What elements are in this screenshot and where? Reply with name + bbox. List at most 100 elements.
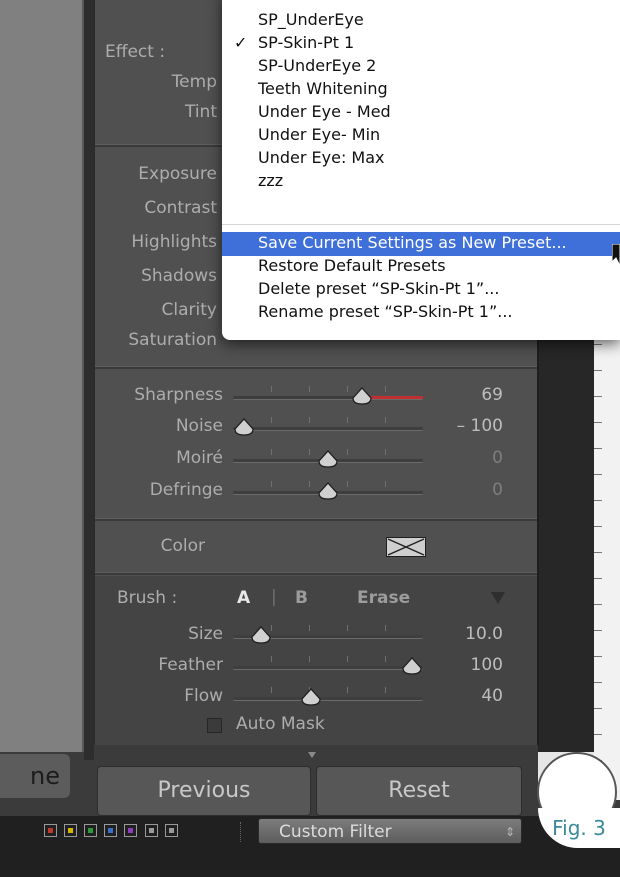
ruler-tick — [594, 604, 602, 605]
reset-button[interactable]: Reset — [316, 766, 522, 816]
preset-menu-item[interactable]: zzz — [258, 171, 283, 190]
auto-mask-label[interactable]: Auto Mask — [236, 714, 325, 734]
preset-menu-item[interactable]: SP_UnderEye — [258, 10, 364, 29]
restore-presets-menu-item[interactable]: Restore Default Presets — [258, 256, 446, 275]
exposure-label: Exposure — [138, 164, 217, 184]
ruler-tick — [594, 656, 602, 657]
photo-canvas — [0, 0, 84, 752]
slider-knob-icon[interactable] — [250, 626, 272, 644]
feather-value[interactable]: 100 — [425, 655, 503, 675]
slider-track[interactable] — [233, 666, 423, 670]
ruler-tick — [594, 630, 602, 631]
flow-value[interactable]: 40 — [425, 686, 503, 706]
size-label: Size — [188, 624, 223, 644]
preset-menu-item[interactable]: Under Eye: Max — [258, 148, 385, 167]
color-label-filter-swatch[interactable] — [104, 824, 117, 837]
slider-tick — [271, 481, 272, 487]
swatch-color-dot — [68, 828, 73, 833]
effect-label: Effect : — [105, 42, 166, 62]
slider-knob-icon[interactable] — [317, 482, 339, 500]
cursor-arrow-icon — [612, 244, 620, 267]
section-divider — [95, 572, 537, 575]
preset-menu: SP_UnderEye SP-Skin-Pt 1 ✓ SP-UnderEye 2 Tee… — [222, 0, 620, 340]
previous-button[interactable]: Previous — [97, 766, 311, 816]
slider-tick — [309, 481, 310, 487]
panel-collapse-icon[interactable] — [308, 752, 316, 758]
feather-slider[interactable] — [233, 655, 423, 675]
highlights-label: Highlights — [131, 232, 217, 252]
sharpness-slider[interactable] — [233, 385, 423, 405]
moire-value[interactable]: 0 — [425, 448, 503, 468]
swatch-color-dot — [88, 828, 93, 833]
ruler-tick — [594, 422, 602, 423]
color-label-filter-swatch[interactable] — [64, 824, 77, 837]
done-button[interactable]: ne — [0, 754, 70, 798]
preset-menu-item[interactable]: SP-UnderEye 2 — [258, 56, 376, 75]
slider-tick — [347, 417, 348, 423]
rename-preset-menu-item[interactable]: Rename preset “SP-Skin-Pt 1”... — [258, 302, 513, 321]
color-label-filter-swatch[interactable] — [145, 824, 158, 837]
brush-a-tab[interactable]: A — [237, 588, 250, 608]
ruler-tick — [594, 344, 602, 345]
slider-track[interactable] — [233, 427, 423, 431]
delete-preset-menu-item[interactable]: Delete preset “SP-Skin-Pt 1”... — [258, 279, 499, 298]
swatch-color-dot — [48, 828, 53, 833]
moire-slider[interactable] — [233, 448, 423, 468]
triangle-down-icon[interactable] — [491, 592, 505, 604]
auto-mask-checkbox[interactable] — [207, 718, 222, 733]
slider-tick — [385, 656, 386, 662]
size-slider[interactable] — [233, 624, 423, 644]
slider-knob-icon[interactable] — [351, 387, 373, 405]
feather-label: Feather — [158, 655, 223, 675]
slider-tick — [271, 417, 272, 423]
ruler-tick — [594, 578, 602, 579]
filter-divider — [240, 822, 242, 842]
slider-tick — [385, 625, 386, 631]
slider-tick — [385, 481, 386, 487]
slider-tick — [347, 386, 348, 392]
slider-tick — [385, 386, 386, 392]
color-label-filter-swatch[interactable] — [44, 824, 57, 837]
color-label-filter-swatch[interactable] — [84, 824, 97, 837]
tint-label: Tint — [184, 102, 217, 122]
ruler-tick — [594, 708, 602, 709]
defringe-slider[interactable] — [233, 480, 423, 500]
preset-menu-item[interactable]: SP-Skin-Pt 1 — [258, 33, 354, 52]
panel-scroll-strip — [84, 0, 94, 760]
sharpness-value[interactable]: 69 — [425, 385, 503, 405]
brush-erase-tab[interactable]: Erase — [357, 588, 410, 608]
ruler-tick — [594, 682, 602, 683]
slider-knob-icon[interactable] — [401, 657, 423, 675]
slider-knob-icon[interactable] — [233, 418, 255, 436]
preset-menu-item[interactable]: Teeth Whitening — [258, 79, 388, 98]
checkmark-icon: ✓ — [234, 33, 248, 52]
custom-filter-select[interactable]: Custom Filter ⇕ — [258, 818, 522, 844]
flow-label: Flow — [184, 686, 223, 706]
brush-b-tab[interactable]: B — [295, 588, 308, 608]
ruler-tick — [594, 526, 602, 527]
defringe-value[interactable]: 0 — [425, 480, 503, 500]
ruler-tick — [594, 552, 602, 553]
slider-tick — [271, 449, 272, 455]
preset-menu-item[interactable]: Under Eye - Med — [258, 102, 391, 121]
slider-track[interactable] — [233, 697, 423, 701]
slider-tick — [347, 481, 348, 487]
noise-value[interactable]: – 100 — [425, 416, 503, 436]
slider-tick — [271, 656, 272, 662]
color-label-filter-swatch[interactable] — [124, 824, 137, 837]
preset-menu-item[interactable]: Under Eye- Min — [258, 125, 380, 144]
clarity-label: Clarity — [161, 300, 217, 320]
color-swatch-empty-icon[interactable] — [386, 537, 426, 557]
slider-knob-icon[interactable] — [317, 450, 339, 468]
flow-slider[interactable] — [233, 686, 423, 706]
size-value[interactable]: 10.0 — [425, 624, 503, 644]
save-preset-menu-item[interactable]: Save Current Settings as New Preset... — [258, 233, 567, 252]
slider-tick — [271, 386, 272, 392]
shadows-label: Shadows — [141, 266, 217, 286]
defringe-label: Defringe — [149, 480, 223, 500]
slider-knob-icon[interactable] — [300, 688, 322, 706]
select-arrows-icon: ⇕ — [504, 825, 515, 839]
noise-slider[interactable] — [233, 416, 423, 436]
brush-label: Brush : — [117, 588, 178, 608]
color-label-filter-swatch[interactable] — [165, 824, 178, 837]
